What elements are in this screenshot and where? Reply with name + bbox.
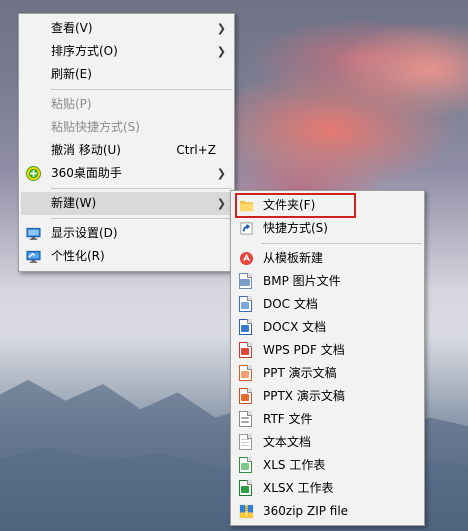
menu-item-label: 新建(W) [51,196,97,210]
folder-item-highlight-box [235,193,356,218]
menu-item-sort-by[interactable]: 排序方式(O) ❯ [19,40,234,63]
chevron-right-icon: ❯ [216,197,226,210]
menu-item-label: 显示设置(D) [51,226,118,240]
menu-item-label: WPS PDF 文档 [263,343,345,357]
personalize-icon [26,250,41,263]
wps-template-icon [239,251,254,266]
shortcut-icon [240,222,253,235]
submenu-item-xlsx[interactable]: XLSX 工作表 [231,477,424,500]
menu-item-view[interactable]: 查看(V) ❯ [19,17,234,40]
menu-item-label: PPT 演示文稿 [263,366,337,380]
menu-item-label: 360桌面助手 [51,166,122,180]
menu-item-label: 排序方式(O) [51,44,118,58]
menu-item-label: RTF 文件 [263,412,313,426]
menu-item-label: 粘贴(P) [51,97,92,111]
chevron-right-icon: ❯ [216,167,226,180]
desktop-context-menu: 查看(V) ❯ 排序方式(O) ❯ 刷新(E) 粘贴(P) 粘贴快捷方式(S) … [18,13,235,272]
submenu-item-ppt[interactable]: PPT 演示文稿 [231,362,424,385]
menu-item-label: XLSX 工作表 [263,481,334,495]
submenu-item-360zip[interactable]: 360zip ZIP file [231,500,424,523]
submenu-item-xls[interactable]: XLS 工作表 [231,454,424,477]
submenu-item-text-document[interactable]: 文本文档 [231,431,424,454]
menu-item-360-desktop-assistant[interactable]: 360桌面助手 ❯ [19,162,234,185]
menu-separator [261,243,422,244]
docx-file-icon [239,319,252,335]
menu-item-label: PPTX 演示文稿 [263,389,345,403]
submenu-item-from-template[interactable]: 从模板新建 [231,247,424,270]
menu-item-label: 个性化(R) [51,249,105,263]
menu-item-personalize[interactable]: 个性化(R) [19,245,234,268]
submenu-item-pptx[interactable]: PPTX 演示文稿 [231,385,424,408]
display-icon [26,227,41,240]
menu-item-label: 粘贴快捷方式(S) [51,120,140,134]
ppt-file-icon [239,365,252,381]
submenu-item-rtf[interactable]: RTF 文件 [231,408,424,431]
menu-item-label: 查看(V) [51,21,93,35]
menu-item-label: 从模板新建 [263,251,324,265]
menu-item-label: 撤消 移动(U) [51,143,121,157]
menu-item-label: 文本文档 [263,435,312,449]
menu-item-label: XLS 工作表 [263,458,326,472]
chevron-right-icon: ❯ [216,22,226,35]
zip-archive-icon [239,504,254,519]
menu-item-paste-shortcut[interactable]: 粘贴快捷方式(S) [19,116,234,139]
bmp-file-icon [239,273,252,289]
360-assistant-icon [26,166,41,181]
menu-item-undo-move[interactable]: 撤消 移动(U) Ctrl+Z [19,139,234,162]
menu-item-label: DOCX 文档 [263,320,327,334]
submenu-item-wps-pdf[interactable]: WPS PDF 文档 [231,339,424,362]
text-file-icon [239,434,252,450]
pptx-file-icon [239,388,252,404]
xls-file-icon [239,457,252,473]
menu-item-label: 快捷方式(S) [263,221,328,235]
menu-item-paste[interactable]: 粘贴(P) [19,93,234,116]
menu-separator [51,218,232,219]
menu-item-label: BMP 图片文件 [263,274,341,288]
chevron-right-icon: ❯ [216,45,226,58]
new-submenu: 文件夹(F) 快捷方式(S) 从模板新建 BMP 图片文件 DOC 文档 DOC… [230,190,425,526]
submenu-item-doc[interactable]: DOC 文档 [231,293,424,316]
menu-item-new[interactable]: 新建(W) ❯ [21,192,232,215]
menu-separator [51,89,232,90]
xlsx-file-icon [239,480,252,496]
menu-item-refresh[interactable]: 刷新(E) [19,63,234,86]
menu-item-label: 360zip ZIP file [263,504,349,518]
shortcut-text: Ctrl+Z [176,143,216,157]
submenu-item-docx[interactable]: DOCX 文档 [231,316,424,339]
menu-item-label: 刷新(E) [51,67,92,81]
doc-file-icon [239,296,252,312]
menu-item-display-settings[interactable]: 显示设置(D) [19,222,234,245]
menu-item-label: DOC 文档 [263,297,318,311]
rtf-file-icon [239,411,252,427]
pdf-file-icon [239,342,252,358]
submenu-item-bmp[interactable]: BMP 图片文件 [231,270,424,293]
submenu-item-shortcut[interactable]: 快捷方式(S) [231,217,424,240]
menu-separator [51,188,232,189]
